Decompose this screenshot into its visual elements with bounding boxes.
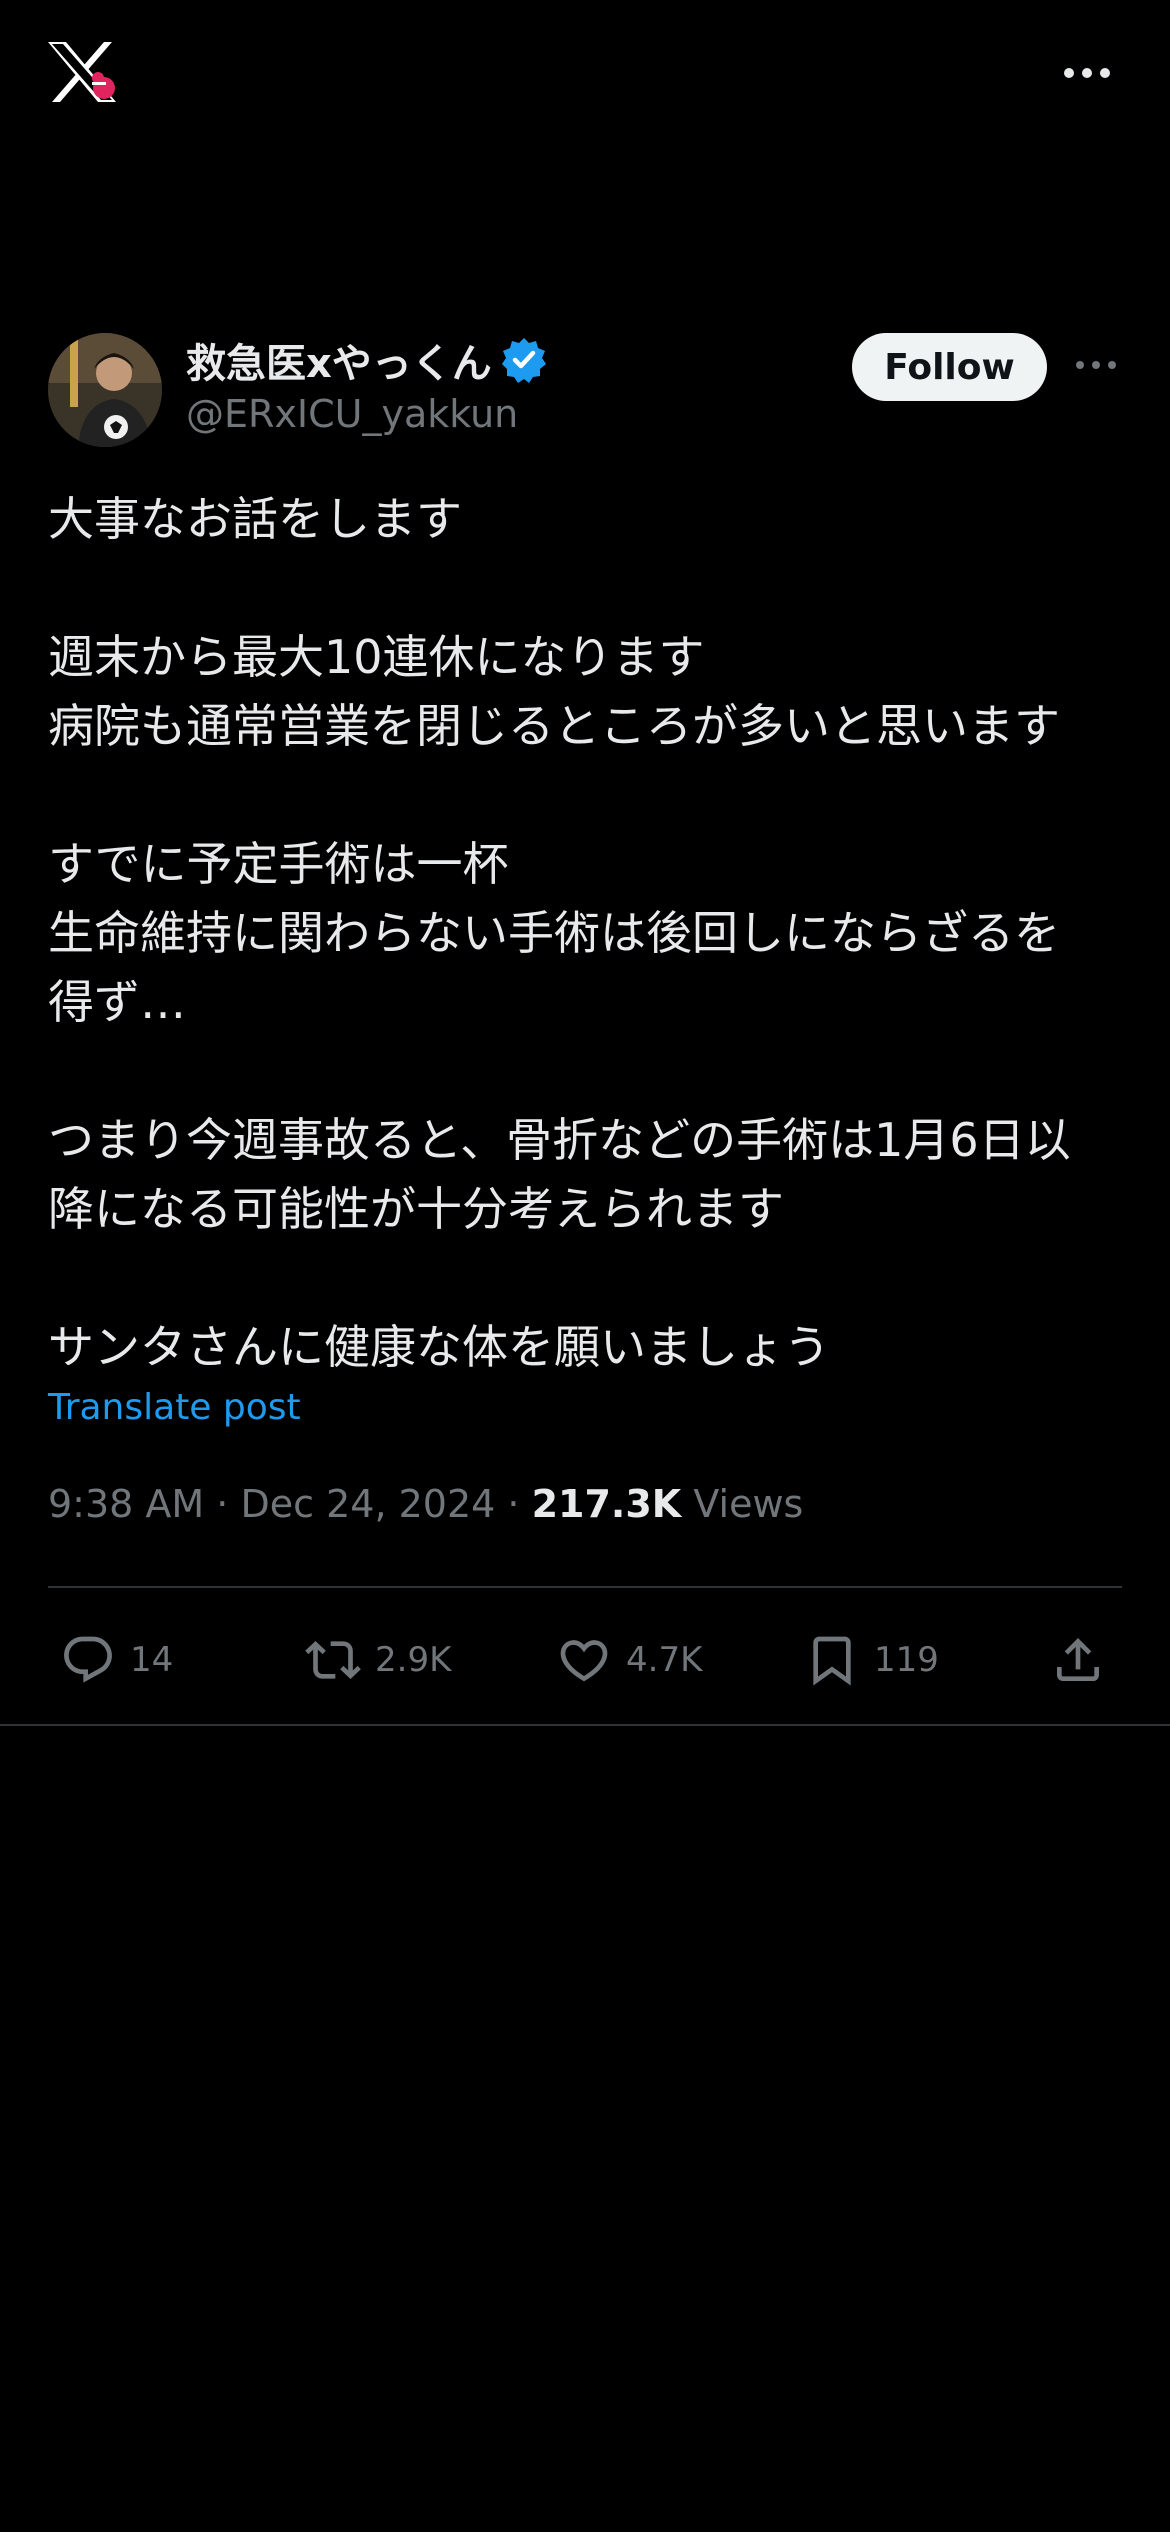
divider [48,1586,1122,1588]
post-text-blank-line [48,554,1128,623]
meta-separator: · [507,1482,520,1526]
divider [0,1724,1170,1726]
translate-post-link[interactable]: Translate post [48,1387,301,1428]
like-count: 4.7K [626,1640,703,1680]
post-more-icon[interactable] [1074,350,1118,380]
top-bar [0,0,1170,150]
repost-icon [305,1641,361,1679]
share-button[interactable] [1050,1620,1106,1700]
author-handle[interactable]: @ERxICU_yakkun [186,392,518,436]
more-horizontal-icon[interactable] [1062,58,1112,88]
post-text-blank-line [48,1037,1128,1106]
bookmark-icon [813,1636,851,1686]
reply-button[interactable]: 14 [60,1620,173,1700]
post-text-blank-line [48,761,1128,830]
like-button[interactable]: 4.7K [556,1620,702,1700]
views-label: Views [693,1482,804,1526]
heart-icon [560,1640,608,1682]
verified-badge-icon [500,336,548,384]
repost-button[interactable]: 2.9K [305,1620,451,1700]
post-text-line: サンタさんに健康な体を願いましょう [48,1320,830,1374]
post-text-line: 病院も通常営業を閉じるところが多いと思います [48,699,1060,753]
post-text-line: 得ず… [48,975,186,1029]
post-text: 大事なお話をします 週末から最大10連休になります 病院も通常営業を閉じるところ… [48,485,1128,1382]
x-logo-icon[interactable] [46,40,118,104]
post-text-line: 大事なお話をします [48,492,462,546]
post-text-line: すでに予定手術は一杯 [48,837,509,891]
repost-count: 2.9K [375,1640,452,1680]
reply-count: 14 [130,1640,174,1680]
reply-icon [64,1636,112,1683]
follow-button[interactable]: Follow [852,333,1047,401]
action-bar: 14 2.9K 4.7K 119 [0,1620,1170,1700]
bookmark-count: 119 [874,1640,939,1680]
post-text-line: 降になる可能性が十分考えられます [48,1182,784,1236]
post-text-line: 週末から最大10連休になります [48,630,705,684]
post-date[interactable]: Dec 24, 2024 [240,1482,495,1526]
post-meta: 9:38 AM · Dec 24, 2024 · 217.3K Views [48,1482,803,1526]
avatar[interactable] [48,333,162,447]
author-name-row: 救急医xやっくん [186,330,548,390]
post-time[interactable]: 9:38 AM [48,1482,204,1526]
meta-separator: · [216,1482,229,1526]
post-text-line: 生命維持に関わらない手術は後回しにならざるを [48,906,1060,960]
bookmark-button[interactable]: 119 [804,1620,939,1700]
post-text-line: つまり今週事故ると、骨折などの手術は1月6日以 [48,1113,1071,1167]
views-count[interactable]: 217.3K [532,1482,682,1526]
post-text-blank-line [48,1244,1128,1313]
share-icon [1057,1638,1099,1681]
author-display-name[interactable]: 救急医xやっくん [186,331,492,389]
